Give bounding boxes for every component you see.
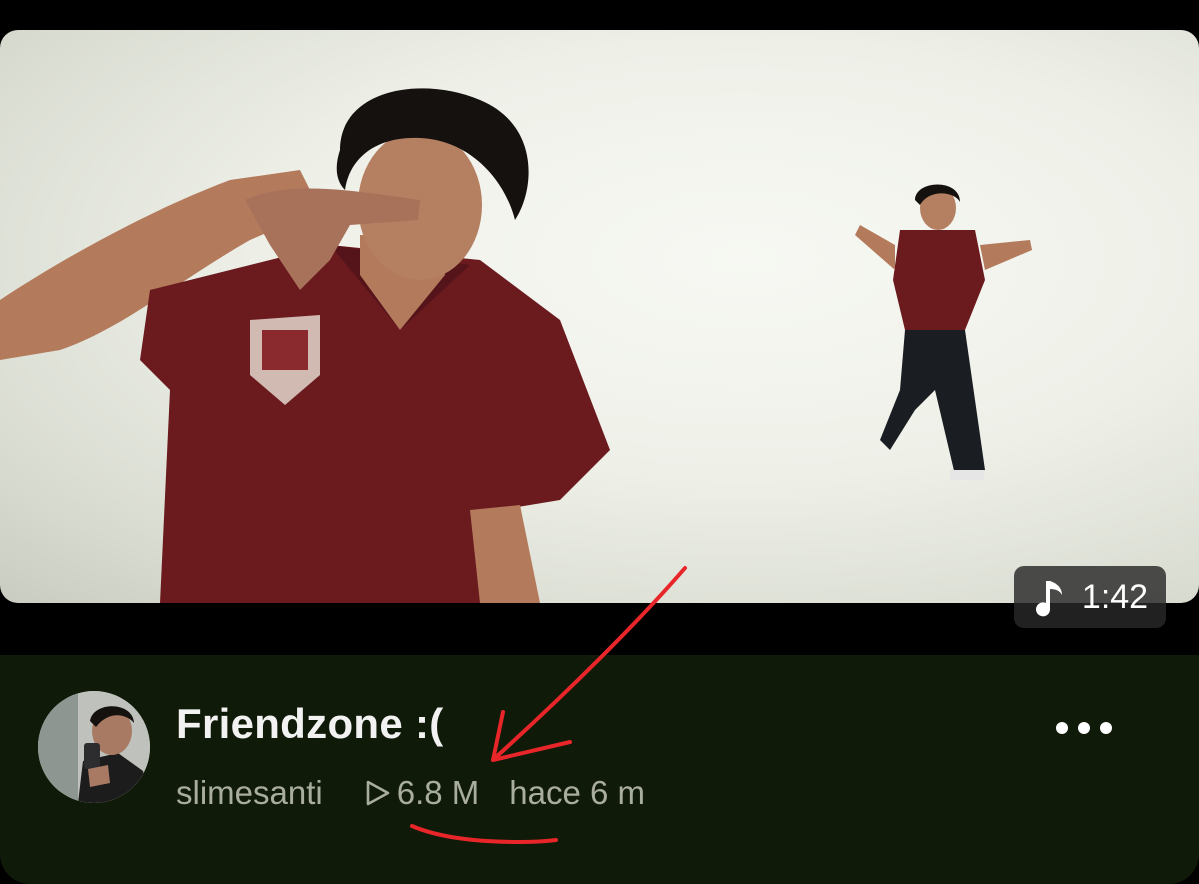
thumbnail-frame[interactable]: 1:42 xyxy=(0,0,1199,655)
video-card[interactable]: 1:42 Friendzone :( slimesanti 6.8 M hace… xyxy=(0,0,1199,884)
play-outline-icon xyxy=(366,780,390,806)
avatar-image xyxy=(38,691,150,803)
video-title[interactable]: Friendzone :( xyxy=(176,700,444,748)
duration-badge: 1:42 xyxy=(1014,566,1166,628)
music-note-icon xyxy=(1035,581,1062,617)
video-thumbnail[interactable] xyxy=(0,30,1199,603)
channel-name[interactable]: slimesanti xyxy=(176,774,323,812)
video-meta: slimesanti 6.8 M hace 6 m xyxy=(176,774,645,812)
channel-avatar[interactable] xyxy=(38,691,150,803)
person-small xyxy=(855,184,1032,480)
annotation-arrowhead xyxy=(491,710,572,762)
annotation-underline xyxy=(410,824,558,845)
dot-icon xyxy=(1100,722,1112,734)
duration-label: 1:42 xyxy=(1081,577,1149,616)
dot-icon xyxy=(1078,722,1090,734)
view-count-label: 6.8 M xyxy=(396,774,480,811)
thumbnail-image xyxy=(0,88,1032,603)
view-count: 6.8 M xyxy=(365,774,480,812)
more-options-button[interactable] xyxy=(1056,713,1112,743)
dot-icon xyxy=(1056,722,1068,734)
person-large xyxy=(0,88,610,603)
upload-age: hace 6 m xyxy=(509,774,646,811)
